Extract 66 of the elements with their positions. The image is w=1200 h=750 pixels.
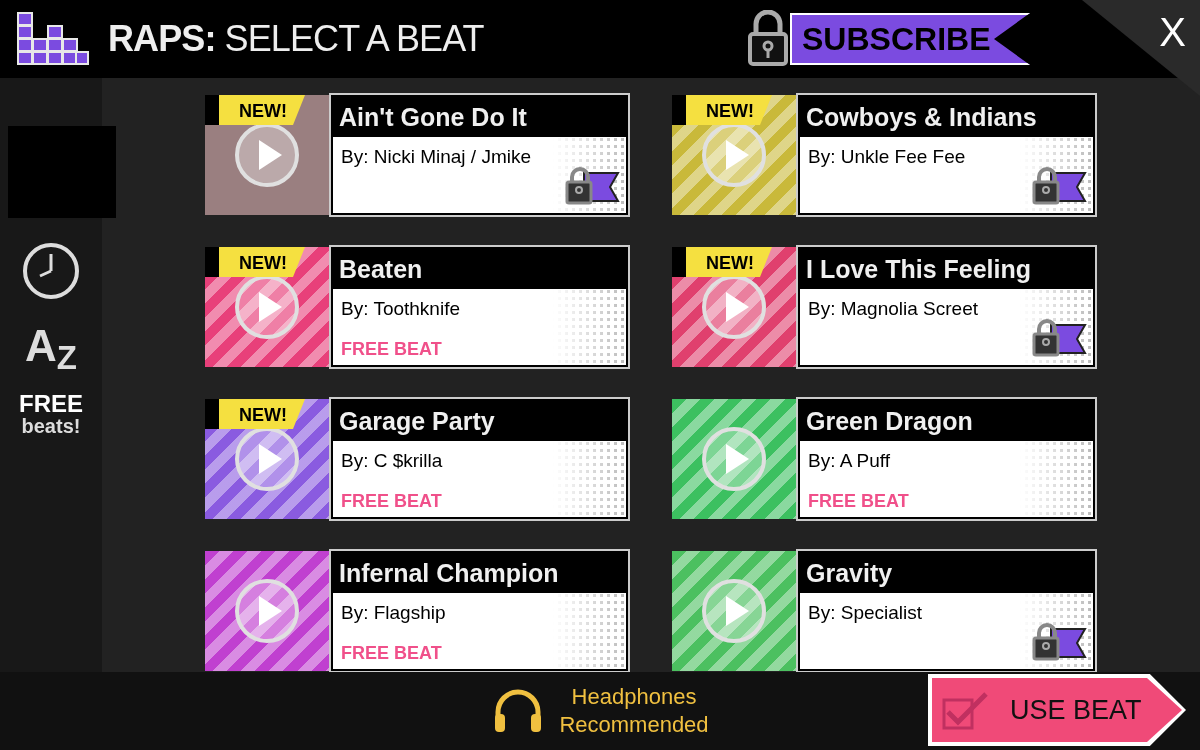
- beat-info-panel[interactable]: Garage Party By: C $krilla FREE BEAT: [331, 399, 628, 519]
- beat-artist: By: C $krilla: [341, 449, 444, 473]
- beat-artist: By: Magnolia Screet: [808, 297, 980, 321]
- use-beat-button[interactable]: USE BEAT: [932, 678, 1182, 742]
- close-button[interactable]: X: [1159, 12, 1186, 52]
- beat-artist: By: Toothknife: [341, 297, 461, 321]
- beat-info-panel[interactable]: Ain't Gone Do It By: Nicki Minaj / Jmike: [331, 95, 628, 215]
- padlock-icon: [746, 10, 790, 68]
- beat-info-panel[interactable]: Gravity By: Specialist: [798, 551, 1095, 671]
- new-badge: NEW!: [205, 247, 305, 277]
- play-icon[interactable]: [234, 578, 300, 644]
- beat-info-panel[interactable]: Cowboys & Indians By: Unkle Fee Fee: [798, 95, 1095, 215]
- beat-title: Ain't Gone Do It: [333, 97, 626, 137]
- beat-title: Gravity: [800, 553, 1093, 593]
- beat-title: Infernal Champion: [333, 553, 626, 593]
- cover-art[interactable]: NEW!: [672, 247, 796, 367]
- beat-title: Garage Party: [333, 401, 626, 441]
- headphones-icon: [492, 688, 544, 734]
- new-badge: NEW!: [672, 247, 772, 277]
- locked-banner-icon: [1031, 165, 1087, 205]
- free-beat-label: FREE BEAT: [341, 489, 443, 513]
- play-icon[interactable]: [701, 274, 767, 340]
- beat-info-panel[interactable]: Green Dragon By: A Puff FREE BEAT: [798, 399, 1095, 519]
- equalizer-logo-icon: [16, 11, 90, 67]
- subscribe-banner[interactable]: SUBSCRIBE: [790, 13, 1030, 65]
- play-icon[interactable]: [234, 274, 300, 340]
- cover-art[interactable]: NEW!: [205, 247, 329, 367]
- cover-art[interactable]: NEW!: [672, 95, 796, 215]
- beat-artist: By: Flagship: [341, 601, 447, 625]
- locked-banner-icon: [1031, 317, 1087, 357]
- cover-art[interactable]: [205, 551, 329, 671]
- beat-artist: By: Unkle Fee Fee: [808, 145, 967, 169]
- beat-info-panel[interactable]: Infernal Champion By: Flagship FREE BEAT: [331, 551, 628, 671]
- cover-art[interactable]: [672, 551, 796, 671]
- beat-title: Beaten: [333, 249, 626, 289]
- locked-banner-icon: [564, 165, 620, 205]
- beat-artist: By: Specialist: [808, 601, 924, 625]
- beat-title: Green Dragon: [800, 401, 1093, 441]
- new-badge: NEW!: [205, 95, 305, 125]
- clock-icon[interactable]: [22, 242, 80, 300]
- beat-title: Cowboys & Indians: [800, 97, 1093, 137]
- play-icon[interactable]: [234, 426, 300, 492]
- free-beat-label: FREE BEAT: [808, 489, 910, 513]
- check-icon: [942, 690, 990, 730]
- beat-title: I Love This Feeling: [800, 249, 1093, 289]
- free-beats-button[interactable]: FREE beats!: [19, 392, 83, 436]
- play-icon[interactable]: [701, 578, 767, 644]
- headphones-hint: Headphones Recommended: [558, 683, 710, 739]
- locked-banner-icon: [1031, 621, 1087, 661]
- page-title: RAPS: SELECT A BEAT: [108, 17, 484, 61]
- photo-placeholder[interactable]: NEW!: [205, 95, 329, 215]
- free-beat-label: FREE BEAT: [341, 641, 443, 665]
- blank-tile[interactable]: [8, 126, 116, 218]
- beat-info-panel[interactable]: Beaten By: Toothknife FREE BEAT: [331, 247, 628, 367]
- sort-alphabetical-button[interactable]: A$_{Z}$: [25, 324, 77, 368]
- beat-artist: By: A Puff: [808, 449, 892, 473]
- new-badge: NEW!: [672, 95, 772, 125]
- new-badge: NEW!: [205, 399, 305, 429]
- beat-info-panel[interactable]: I Love This Feeling By: Magnolia Screet: [798, 247, 1095, 367]
- free-beat-label: FREE BEAT: [341, 337, 443, 361]
- cover-art[interactable]: NEW!: [205, 399, 329, 519]
- play-icon[interactable]: [701, 426, 767, 492]
- beat-artist: By: Nicki Minaj / Jmike: [341, 145, 533, 169]
- play-icon[interactable]: [234, 122, 300, 188]
- play-icon[interactable]: [701, 122, 767, 188]
- cover-art[interactable]: [672, 399, 796, 519]
